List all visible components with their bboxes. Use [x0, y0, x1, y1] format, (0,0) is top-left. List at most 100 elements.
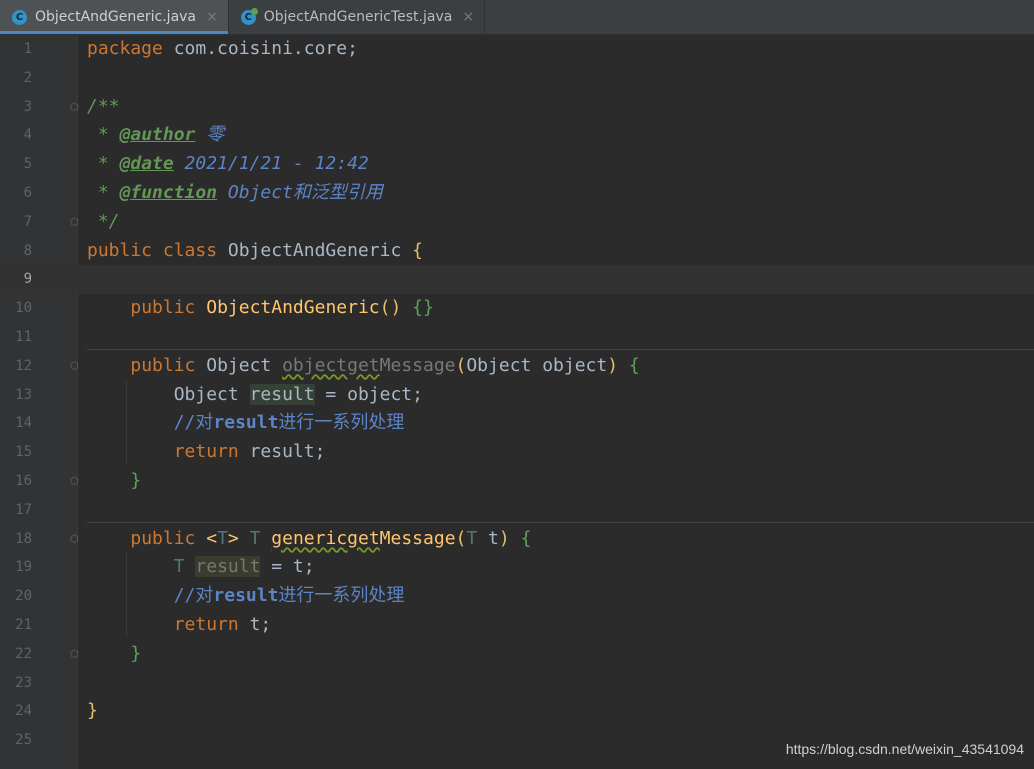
method-name: Message — [379, 527, 456, 549]
code-line: 10 public ObjectAndGeneric() {} — [0, 294, 1034, 323]
code-line: 22 ⬠ } — [0, 640, 1034, 669]
type-name: Object — [173, 383, 250, 405]
type-name: Object — [195, 354, 283, 376]
doc-comment: * — [87, 153, 120, 175]
tab-label: ObjectAndGeneric.java — [35, 9, 197, 25]
variable-highlight: result — [249, 383, 315, 405]
line-number: 12 — [15, 357, 32, 374]
line-number: 23 — [15, 674, 32, 691]
brace: } — [130, 642, 142, 664]
code-line: 1 package com.coisini.core; — [0, 35, 1034, 64]
keyword: return — [173, 614, 239, 635]
line-number: 10 — [15, 300, 32, 317]
doc-value: Object和泛型引用 — [217, 182, 383, 203]
line-number: 15 — [15, 444, 32, 461]
code-line: 15 return result; — [0, 438, 1034, 467]
fold-marker-icon[interactable]: ⬠ — [70, 649, 80, 660]
code-editor[interactable]: 1 package com.coisini.core; 2 3 ⬠ /** 4 … — [0, 35, 1034, 769]
close-icon[interactable]: × — [206, 9, 218, 25]
brace: {} — [412, 297, 434, 319]
keyword: public — [130, 527, 196, 549]
code-line-current: 9 — [0, 265, 1034, 295]
type-parameter: T — [249, 527, 261, 549]
watermark: https://blog.csdn.net/weixin_43541094 — [785, 741, 1024, 757]
code-line: 12 ⬡ public Object objectgetMessage(Obje… — [0, 352, 1034, 381]
paren: ) — [498, 527, 510, 549]
line-number: 8 — [23, 242, 32, 259]
code-line: 24 } — [0, 697, 1034, 726]
doc-comment: /** — [87, 95, 120, 117]
keyword: return — [173, 441, 239, 463]
code-line: 19 T result = t; — [0, 553, 1034, 582]
line-number: 21 — [15, 617, 32, 633]
brace: { — [412, 239, 423, 261]
angle-bracket: < — [206, 527, 218, 549]
tab-objectandgeneric[interactable]: C ObjectAndGeneric.java × — [0, 0, 229, 34]
statement: result; — [238, 441, 326, 463]
fold-marker-icon[interactable]: ⬡ — [70, 534, 80, 545]
line-number: 19 — [15, 559, 32, 576]
variable-highlight: result — [195, 556, 261, 578]
keyword: public — [130, 354, 196, 376]
code-line: 18 ⬡ public <T> T genericgetMessage(T t)… — [0, 525, 1034, 554]
doc-tag: @author — [119, 124, 196, 146]
parens: () — [379, 297, 402, 319]
comment: //对 — [173, 585, 214, 607]
doc-comment: * — [87, 124, 120, 146]
line-number: 5 — [23, 156, 32, 173]
line-number: 22 — [15, 645, 32, 662]
tab-objectandgenerictest[interactable]: C ObjectAndGenericTest.java × — [229, 0, 486, 34]
tab-label: ObjectAndGenericTest.java — [263, 9, 453, 25]
java-test-class-icon: C — [240, 7, 258, 25]
comment: 进行一系列处理 — [278, 412, 405, 434]
fold-marker-icon[interactable]: ⬠ — [70, 102, 80, 113]
line-number: 25 — [15, 732, 32, 749]
paren: ( — [455, 527, 467, 549]
line-number: 2 — [23, 69, 32, 86]
java-class-icon: C — [12, 9, 27, 25]
code-line: 16 ⬠ } — [0, 467, 1034, 496]
fold-marker-icon[interactable]: ⬠ — [70, 476, 80, 487]
code-line: 11 — [0, 323, 1034, 352]
close-icon[interactable]: × — [462, 9, 474, 25]
line-number: 16 — [15, 473, 32, 489]
line-number: 4 — [23, 127, 32, 144]
statement: t; — [238, 614, 272, 635]
doc-value: 零 — [195, 124, 225, 146]
line-number: 11 — [15, 329, 32, 345]
code-line: 23 — [0, 669, 1034, 698]
fold-marker-icon[interactable]: ⬡ — [70, 361, 80, 372]
angle-bracket: > — [227, 527, 239, 549]
code-line: 8 public class ObjectAndGeneric { — [0, 237, 1034, 266]
statement: = t; — [260, 556, 315, 578]
doc-value: 2021/1/21 - 12:42 — [173, 153, 369, 175]
doc-comment: * — [87, 182, 120, 203]
code-line: 20 //对result进行一系列处理 — [0, 582, 1034, 611]
type-parameter: T — [217, 527, 228, 549]
doc-tag: @date — [119, 153, 174, 175]
comment: //对 — [173, 412, 214, 434]
line-number: 9 — [23, 271, 32, 288]
editor-tab-bar: C ObjectAndGeneric.java × C ObjectAndGen… — [0, 0, 1034, 35]
doc-tag: @function — [119, 182, 218, 203]
keyword: public — [130, 297, 196, 319]
code-line: 17 — [0, 496, 1034, 525]
brace: } — [87, 700, 98, 722]
line-number: 13 — [15, 386, 32, 403]
line-number: 24 — [15, 703, 32, 720]
keyword: public class — [87, 239, 218, 261]
comment: result — [213, 412, 279, 434]
line-number: 1 — [23, 41, 32, 57]
comment: result — [213, 585, 279, 607]
brace: } — [130, 470, 142, 491]
paren: ( — [455, 354, 467, 376]
fold-marker-icon[interactable]: ⬠ — [70, 217, 80, 228]
brace: { — [520, 527, 532, 549]
line-number: 18 — [15, 530, 32, 547]
line-number: 7 — [23, 213, 32, 230]
method-name: Message — [379, 354, 456, 376]
statement: = object; — [314, 383, 423, 405]
code-line: 21 return t; — [0, 611, 1034, 640]
keyword: package — [87, 38, 163, 59]
method-name: genericget — [271, 527, 380, 549]
